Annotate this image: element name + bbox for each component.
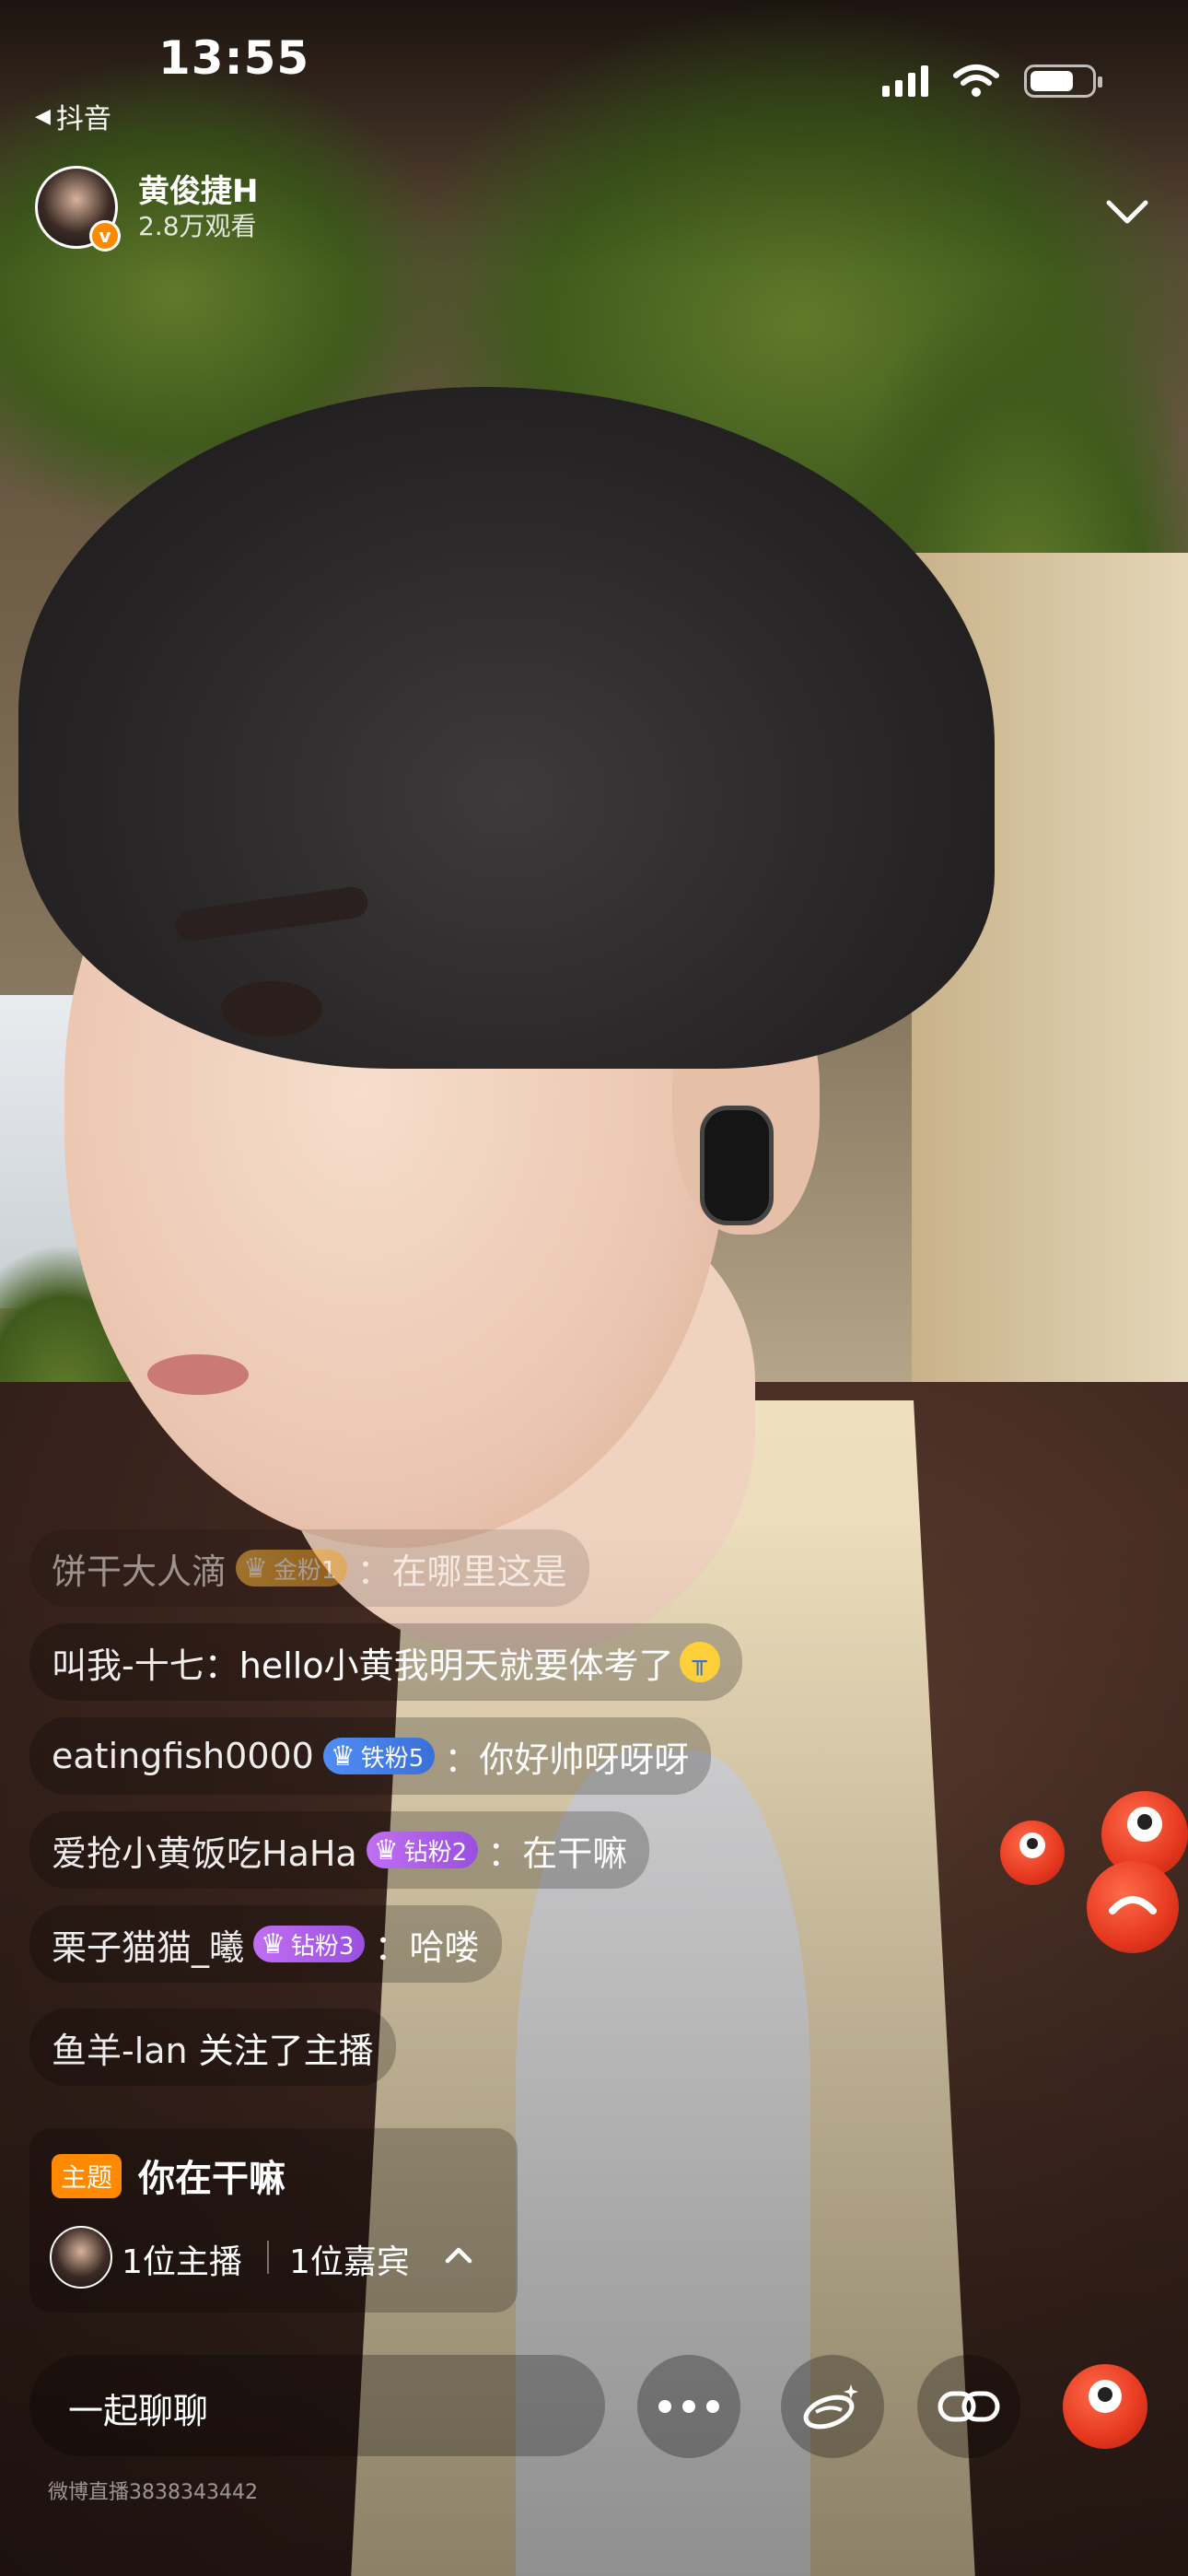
- beauty-button[interactable]: [781, 2355, 884, 2458]
- streamer-avatar[interactable]: v: [35, 166, 121, 252]
- eye: [221, 981, 322, 1036]
- chat-placeholder: 一起聊聊: [68, 2391, 209, 2431]
- separator: ：: [487, 1832, 523, 1874]
- comment-feed[interactable]: 饼干大人滴 ♛ 金粉1 ： 在哪里这是 叫我-十七 ： hello小黄我明天就要体…: [29, 1529, 840, 2102]
- comment-message: 你好帅呀呀呀: [479, 1739, 690, 1780]
- comment-user[interactable]: eatingfish0000: [52, 1736, 314, 1776]
- more-icon: [658, 2400, 719, 2413]
- topic-card[interactable]: 主题 你在干嘛 1位主播 1位嘉宾: [29, 2128, 518, 2313]
- separator: ：: [204, 1645, 239, 1686]
- back-app-label: 抖音: [55, 103, 111, 135]
- comment-user[interactable]: 鱼羊-lan: [52, 2022, 188, 2073]
- battery-icon: [1024, 64, 1102, 98]
- verified-badge-icon: v: [89, 220, 121, 252]
- collapse-chevron-icon[interactable]: [1103, 188, 1151, 236]
- comment-item: 栗子猫猫_曦 ♛ 钻粉3 ： 哈喽: [29, 1905, 502, 1983]
- back-to-app[interactable]: ◀ 抖音: [35, 96, 111, 136]
- comment-user[interactable]: 叫我-十七: [52, 1637, 204, 1688]
- fan-badge: ♛ 钻粉2: [366, 1832, 479, 1868]
- link-button[interactable]: [917, 2355, 1020, 2458]
- crown-icon: ♛: [373, 1833, 399, 1867]
- comment-user[interactable]: 饼干大人滴: [52, 1543, 227, 1594]
- crown-icon: ♛: [261, 1927, 285, 1961]
- comment-user[interactable]: 栗子猫猫_曦: [52, 1919, 244, 1970]
- gift-button[interactable]: [1054, 2355, 1157, 2458]
- status-time: 13:55: [158, 31, 310, 85]
- separator: ：: [356, 1551, 392, 1592]
- gift-icon: [1063, 2364, 1147, 2449]
- comment-user[interactable]: 爱抢小黄饭吃HaHa: [52, 1825, 357, 1876]
- crown-icon: ♛: [330, 1739, 355, 1773]
- back-arrow-icon: ◀: [35, 104, 51, 128]
- separator: ：: [444, 1739, 480, 1780]
- comment-message: 在哪里这是: [391, 1551, 567, 1592]
- crown-icon: ♛: [243, 1551, 268, 1585]
- comment-message: 在干嘛: [522, 1832, 628, 1874]
- follow-notice: 鱼羊-lan 关注了主播: [29, 2008, 396, 2086]
- crying-emoji-icon: ╥: [679, 1642, 720, 1682]
- wifi-icon: [953, 64, 999, 97]
- fan-badge-label: 钻粉2: [403, 1838, 468, 1867]
- comment-message: hello小黄我明天就要体考了: [239, 1645, 674, 1686]
- lips: [147, 1354, 249, 1395]
- topic-tag: 主题: [52, 2154, 122, 2198]
- separator: ：: [374, 1926, 410, 1968]
- comment-item: 饼干大人滴 ♛ 金粉1 ： 在哪里这是: [29, 1529, 589, 1607]
- fan-badge-label: 钻粉3: [290, 1932, 355, 1961]
- comment-message: 哈喽: [409, 1926, 480, 1968]
- watermark: 微博直播3838343442: [48, 2481, 258, 2504]
- chat-input[interactable]: 一起聊聊: [29, 2355, 605, 2456]
- fan-badge: ♛ 铁粉5: [322, 1738, 436, 1774]
- streamer-name: 黄俊捷H: [138, 173, 259, 210]
- comment-item: eatingfish0000 ♛ 铁粉5 ： 你好帅呀呀呀: [29, 1717, 712, 1795]
- topic-text: 你在干嘛: [138, 2158, 285, 2200]
- link-icon: [938, 2391, 1000, 2422]
- host-avatar: [50, 2226, 112, 2289]
- fan-badge: ♛ 金粉1: [236, 1550, 348, 1587]
- chevron-up-icon[interactable]: [440, 2237, 477, 2274]
- mascot-sticker-icon[interactable]: [1087, 1861, 1179, 1953]
- smile-face: [1109, 1896, 1157, 1914]
- more-button[interactable]: [637, 2355, 740, 2458]
- fan-badge-label: 铁粉5: [360, 1744, 425, 1773]
- divider: [267, 2241, 269, 2274]
- status-icons: [882, 63, 1102, 100]
- cellular-signal-icon: [882, 65, 928, 97]
- comment-item: 叫我-十七 ： hello小黄我明天就要体考了 ╥: [29, 1623, 742, 1701]
- beauty-icon: [803, 2384, 858, 2430]
- guest-count: 1位嘉宾: [289, 2243, 410, 2281]
- streamer-profile[interactable]: v 黄俊捷H 2.8万观看: [35, 166, 259, 252]
- viewer-count: 2.8万观看: [138, 211, 257, 241]
- host-count: 1位主播: [122, 2243, 242, 2281]
- mascot-sticker-icon[interactable]: [1000, 1821, 1065, 1885]
- fan-badge-label: 金粉1: [273, 1556, 337, 1585]
- comment-item: 爱抢小黄饭吃HaHa ♛ 钻粉2 ： 在干嘛: [29, 1811, 650, 1889]
- fan-badge: ♛ 钻粉3: [253, 1926, 366, 1962]
- earbud: [700, 1106, 774, 1225]
- comment-message: 关注了主播: [198, 2030, 374, 2071]
